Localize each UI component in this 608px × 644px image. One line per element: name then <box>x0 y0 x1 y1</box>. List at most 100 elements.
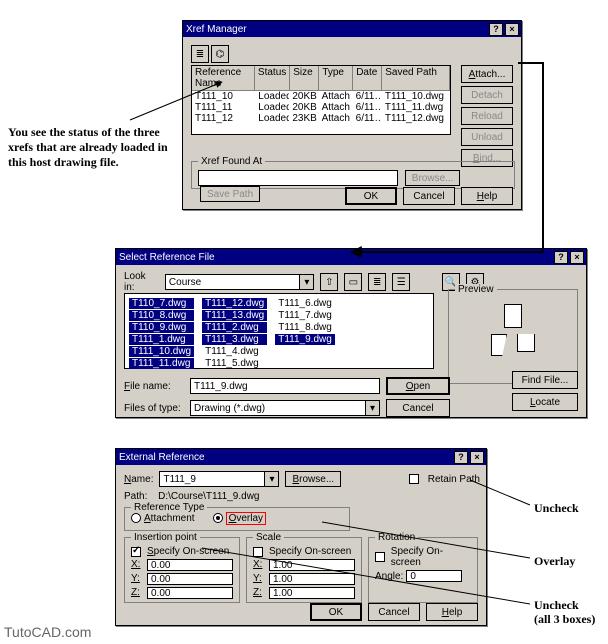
file-name-field[interactable]: T111_9.dwg <box>190 378 380 394</box>
col-date[interactable]: Date <box>353 66 382 91</box>
list-view-icon[interactable]: ≣ <box>191 45 209 63</box>
file-item[interactable]: T111_1.dwg <box>129 334 194 345</box>
ins-specify-checkbox[interactable] <box>131 547 141 557</box>
file-item[interactable]: T111_3.dwg <box>202 334 267 345</box>
preview-group: Preview <box>448 289 578 384</box>
browse-button[interactable]: Browse... <box>405 170 461 186</box>
help-title-icon[interactable]: ? <box>554 251 568 264</box>
list-row[interactable]: T111_12 Loaded 23KB Attach 6/11… T111_12… <box>192 113 450 124</box>
open-button[interactable]: Open <box>386 377 450 395</box>
ins-x-field[interactable]: 0.00 <box>147 559 233 571</box>
help-button[interactable]: Help <box>461 187 513 205</box>
scale-x-field[interactable]: 1.00 <box>269 559 355 571</box>
overlay-radio[interactable] <box>213 513 223 523</box>
cancel-button[interactable]: Cancel <box>403 187 455 205</box>
file-item[interactable]: T111_5.dwg <box>202 358 267 369</box>
name-label: Name: <box>124 474 153 485</box>
attachment-radio[interactable] <box>131 513 141 523</box>
files-of-type-combo[interactable]: Drawing (*.dwg) ▾ <box>190 400 380 416</box>
col-size[interactable]: Size <box>290 66 319 91</box>
xref-found-at-legend: Xref Found At <box>198 156 265 167</box>
cancel-button[interactable]: Cancel <box>368 603 420 621</box>
file-item[interactable]: T111_4.dwg <box>202 346 267 357</box>
new-folder-icon[interactable]: ▭ <box>344 273 362 291</box>
close-icon[interactable]: × <box>505 23 519 36</box>
look-in-label: Look in: <box>124 271 159 293</box>
xref-manager-titlebar: Xref Manager ? × <box>183 21 521 37</box>
cancel-button[interactable]: Cancel <box>386 399 450 417</box>
side-annotation: You see the status of the three xrefs th… <box>8 125 168 170</box>
x-label: X: <box>131 559 145 571</box>
file-item[interactable]: T111_12.dwg <box>202 298 267 309</box>
retain-path-label: Retain Path <box>428 474 480 485</box>
look-in-combo[interactable]: Course ▾ <box>165 274 315 290</box>
x-label: X: <box>253 559 267 571</box>
tree-view-icon[interactable]: ⌬ <box>211 45 229 63</box>
find-file-button[interactable]: Find File... <box>512 371 578 389</box>
angle-field[interactable]: 0 <box>406 570 462 582</box>
save-path-button[interactable]: Save Path <box>200 186 260 202</box>
site-watermark: TutoCAD.com <box>4 624 91 640</box>
file-item[interactable]: T111_10.dwg <box>129 346 194 357</box>
file-item[interactable]: T111_13.dwg <box>202 310 267 321</box>
ins-y-field[interactable]: 0.00 <box>147 573 233 585</box>
rot-specify-checkbox[interactable] <box>375 552 385 562</box>
file-item[interactable]: T111_6.dwg <box>275 298 335 309</box>
insertion-point-legend: Insertion point <box>131 532 200 543</box>
chevron-down-icon[interactable]: ▾ <box>264 472 278 486</box>
scale-y-field[interactable]: 1.00 <box>269 573 355 585</box>
up-folder-icon[interactable]: ⇧ <box>320 273 338 291</box>
ok-button[interactable]: OK <box>345 187 397 205</box>
xref-manager-dialog: Xref Manager ? × ≣ ⌬ Reference Name Stat… <box>182 20 522 210</box>
path-value: D:\Course\T111_9.dwg <box>158 491 259 502</box>
xref-found-path-field[interactable] <box>198 170 398 186</box>
attachment-radio-row[interactable]: Attachment <box>131 513 195 524</box>
list-row[interactable]: T111_11 Loaded 20KB Attach 6/11… T111_11… <box>192 102 450 113</box>
file-item[interactable]: T110_7.dwg <box>129 298 194 309</box>
scale-z-field[interactable]: 1.00 <box>269 587 355 599</box>
col-type[interactable]: Type <box>319 66 353 91</box>
browse-button[interactable]: Browse... <box>285 471 341 487</box>
chevron-down-icon[interactable]: ▾ <box>365 401 379 415</box>
unload-button[interactable]: Unload <box>461 128 513 146</box>
y-label: Y: <box>131 573 145 585</box>
reload-button[interactable]: Reload <box>461 107 513 125</box>
external-reference-dialog: External Reference ? × Name: T111_9 ▾ Br… <box>115 448 487 626</box>
file-list[interactable]: T110_7.dwg T110_8.dwg T110_9.dwg T111_1.… <box>124 293 434 369</box>
file-item[interactable]: T110_9.dwg <box>129 322 194 333</box>
col-name[interactable]: Reference Name <box>192 66 255 91</box>
col-status[interactable]: Status <box>255 66 290 91</box>
retain-path-checkbox[interactable] <box>409 474 419 484</box>
scale-specify-checkbox[interactable] <box>253 547 263 557</box>
file-item[interactable]: T111_8.dwg <box>275 322 335 333</box>
help-button[interactable]: Help <box>426 603 478 621</box>
xref-list[interactable]: Reference Name Status Size Type Date Sav… <box>191 65 451 135</box>
overlay-radio-row[interactable]: Overlay <box>213 512 266 525</box>
preview-glyph-icon <box>504 304 522 328</box>
xref-manager-title: Xref Manager <box>186 24 247 35</box>
ins-z-field[interactable]: 0.00 <box>147 587 233 599</box>
ok-button[interactable]: OK <box>310 603 362 621</box>
file-item[interactable]: T111_9.dwg <box>275 334 335 345</box>
list-icon[interactable]: ≣ <box>368 273 386 291</box>
detach-button[interactable]: Detach <box>461 86 513 104</box>
locate-button[interactable]: Locate <box>512 393 578 411</box>
file-item[interactable]: T111_2.dwg <box>202 322 267 333</box>
xref-list-header: Reference Name Status Size Type Date Sav… <box>192 66 450 91</box>
z-label: Z: <box>131 587 145 599</box>
name-combo[interactable]: T111_9 ▾ <box>159 471 279 487</box>
ext-ref-titlebar: External Reference ? × <box>116 449 486 465</box>
chevron-down-icon[interactable]: ▾ <box>299 275 313 289</box>
close-icon[interactable]: × <box>470 451 484 464</box>
help-title-icon[interactable]: ? <box>454 451 468 464</box>
help-title-icon[interactable]: ? <box>489 23 503 36</box>
file-item[interactable]: T111_11.dwg <box>129 358 194 369</box>
details-icon[interactable]: ☰ <box>392 273 410 291</box>
file-item[interactable]: T111_7.dwg <box>275 310 335 321</box>
close-icon[interactable]: × <box>570 251 584 264</box>
attach-button[interactable]: Attach... <box>461 65 513 83</box>
file-item[interactable]: T110_8.dwg <box>129 310 194 321</box>
list-row[interactable]: T111_10 Loaded 20KB Attach 6/11… T111_10… <box>192 91 450 102</box>
select-ref-titlebar: Select Reference File ? × <box>116 249 586 265</box>
col-path[interactable]: Saved Path <box>382 66 450 91</box>
